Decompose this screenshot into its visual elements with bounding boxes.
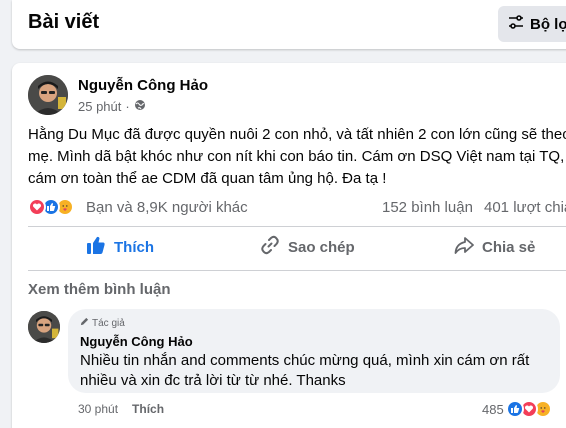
share-button[interactable]: Chia sẻ	[454, 230, 535, 264]
post-body-text: Hằng Du Mục đã được quyền nuôi 2 con nhỏ…	[28, 126, 566, 187]
comment-text: Nhiều tin nhắn and comments chúc mừng qu…	[80, 352, 530, 389]
share-arrow-icon	[454, 235, 474, 259]
post-card: Nguyễn Công Hảo 25 phút · Hằng Du Mục đã…	[12, 63, 566, 428]
shares-count[interactable]: 401 lượt chia	[484, 199, 566, 216]
comment-time[interactable]: 30 phút	[78, 402, 118, 416]
comment-like-button[interactable]: Thích	[132, 402, 164, 416]
view-more-comments-link[interactable]: Xem thêm bình luận	[28, 281, 171, 298]
like-button[interactable]: Thích	[86, 230, 154, 264]
author-badge: Tác giả	[80, 317, 125, 329]
author-badge-label: Tác giả	[92, 317, 125, 329]
like-icon	[505, 400, 524, 418]
thumbs-up-icon	[86, 235, 106, 259]
filter-label: Bộ lọ	[530, 15, 566, 33]
filter-sliders-icon	[508, 14, 524, 34]
comment-actions: 30 phút Thích	[78, 402, 164, 416]
section-title: Bài viết	[28, 11, 100, 33]
author-avatar[interactable]	[28, 75, 68, 115]
love-icon	[28, 198, 46, 216]
share-label: Chia sẻ	[482, 238, 536, 256]
posts-section-header: Bài viết Bộ lọ	[12, 0, 566, 49]
like-label: Thích	[114, 238, 154, 256]
comment-reaction-count: 485	[482, 401, 504, 417]
comments-count[interactable]: 152 bình luận	[382, 199, 473, 216]
filter-button[interactable]: Bộ lọ	[498, 6, 566, 42]
link-icon	[260, 235, 280, 259]
post-author-name[interactable]: Nguyễn Công Hảo	[78, 77, 208, 94]
comment-author-name[interactable]: Nguyễn Công Hảo	[80, 334, 193, 349]
globe-icon	[134, 99, 146, 114]
reactions-summary: Bạn và 8,9K người khác 152 bình luận 401…	[28, 198, 566, 218]
pencil-icon	[80, 317, 89, 329]
post-meta: 25 phút ·	[78, 99, 146, 114]
copy-button[interactable]: Sao chép	[260, 230, 355, 264]
divider	[28, 226, 566, 227]
reaction-icons[interactable]	[28, 198, 74, 216]
copy-label: Sao chép	[288, 238, 355, 256]
reactions-text[interactable]: Bạn và 8,9K người khác	[86, 199, 248, 216]
post-time[interactable]: 25 phút	[78, 99, 121, 114]
divider	[28, 270, 566, 271]
comment-author-avatar[interactable]	[28, 311, 60, 343]
comment-bubble: Tác giả Nguyễn Công Hảo Nhiều tin nhắn a…	[68, 309, 560, 393]
comment-reactions[interactable]: 485	[482, 400, 552, 418]
